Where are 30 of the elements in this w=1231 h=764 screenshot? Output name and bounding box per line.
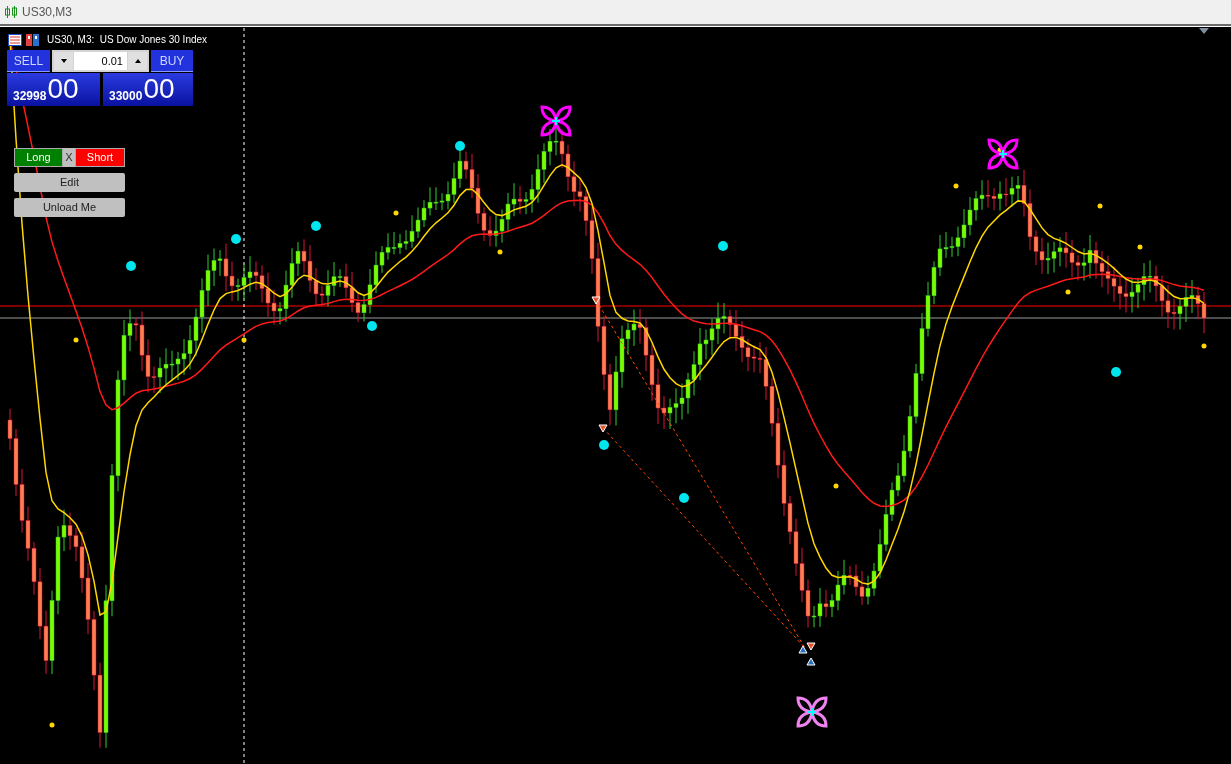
buy-price: 33000 (109, 88, 143, 104)
caret-down-icon (60, 59, 67, 63)
fractal-marker-icon (987, 138, 1019, 170)
sell-price-panel[interactable]: 3299800 (7, 73, 100, 106)
lot-decrease-button[interactable] (54, 52, 73, 70)
sell-price: 32998 (13, 88, 47, 104)
buy-button[interactable]: BUY (151, 50, 193, 72)
sell-price-digits: 00 (47, 74, 79, 104)
window-title: US30,M3 (22, 4, 73, 21)
fractal-marker-icon (540, 105, 572, 137)
panel-button[interactable]: Edit (14, 173, 125, 192)
table-icon (8, 33, 22, 46)
close-button[interactable]: X (63, 148, 75, 167)
long-button[interactable]: Long (14, 148, 63, 167)
fractal-marker-icon (796, 696, 828, 728)
sell-arrow-icon (598, 424, 608, 433)
lot-increase-button[interactable] (128, 52, 147, 70)
buy-price-digits: 00 (143, 74, 175, 104)
candlestick-icon (4, 5, 18, 19)
floppy-disk-icon (26, 33, 39, 46)
short-button[interactable]: Short (75, 148, 125, 167)
sell-arrow-icon (806, 642, 816, 651)
lot-size-field[interactable]: 0.01 (74, 52, 127, 70)
caret-up-icon (134, 59, 141, 63)
chart-header: US30, M3: US Dow Jones 30 Index (47, 33, 208, 47)
sell-button[interactable]: SELL (7, 50, 50, 72)
scroll-marker-icon (1199, 28, 1209, 34)
buy-price-panel[interactable]: 3300000 (103, 73, 193, 106)
sell-arrow-icon (591, 296, 601, 305)
panel-button[interactable]: Unload Me (14, 198, 125, 217)
